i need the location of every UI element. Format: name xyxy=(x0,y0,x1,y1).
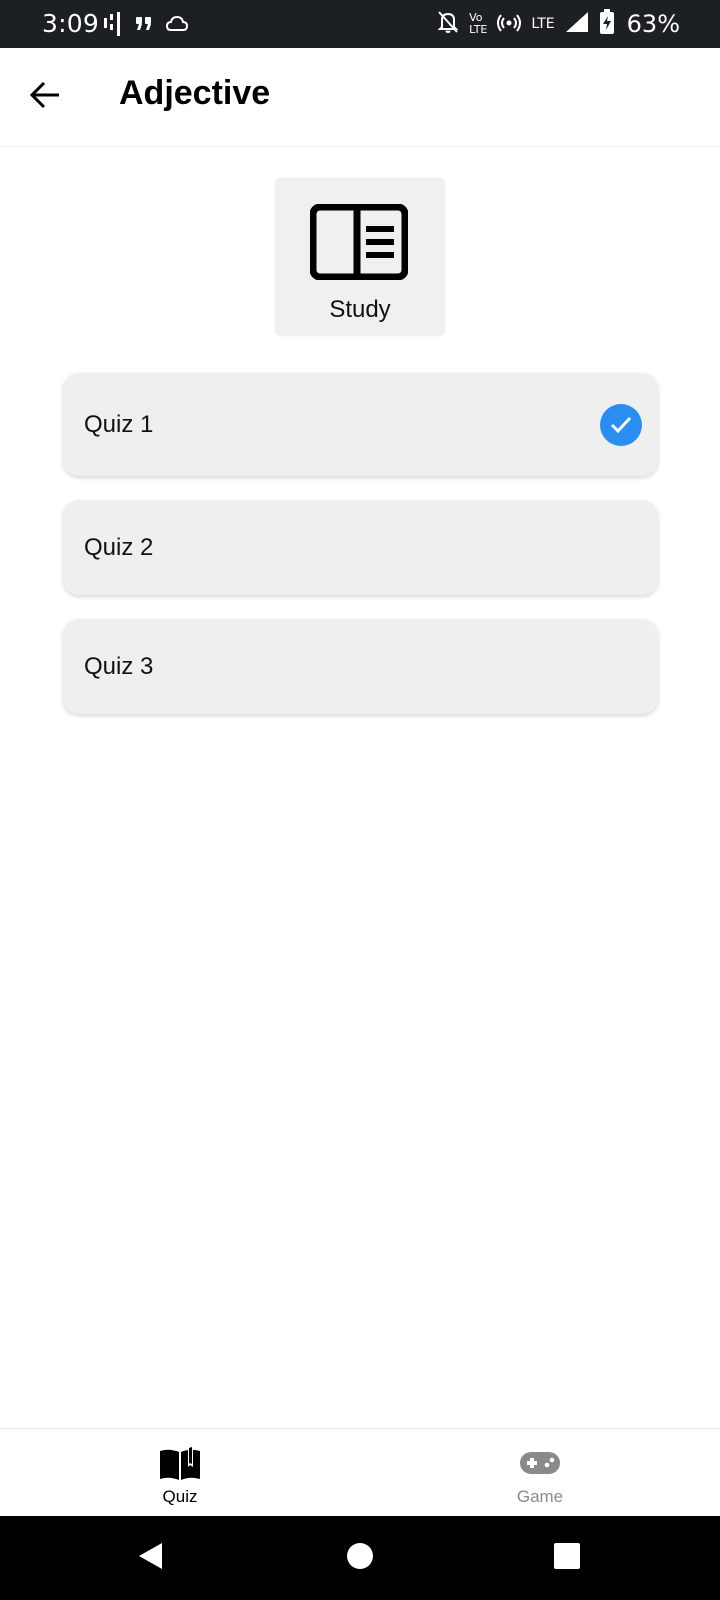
bottom-nav: Quiz Game xyxy=(0,1428,720,1517)
cloud-icon xyxy=(165,15,189,38)
back-triangle-icon xyxy=(136,1541,164,1576)
tab-quiz-label: Quiz xyxy=(162,1487,198,1506)
tab-game-label: Game xyxy=(516,1487,564,1506)
page-title: Adjective xyxy=(119,74,271,112)
status-right: Vo LTE LTE 63% xyxy=(437,0,720,48)
back-button[interactable] xyxy=(20,72,70,122)
status-left-icons xyxy=(104,12,189,41)
recents-square-icon xyxy=(553,1542,581,1575)
quiz-label: Quiz 2 xyxy=(84,533,154,561)
status-bar: 3:09 Vo LTE LTE 63% xyxy=(0,0,720,48)
system-nav-bar xyxy=(0,1516,720,1600)
gamepad-icon xyxy=(519,1451,561,1480)
book-page-icon xyxy=(309,203,409,285)
quiz-list: Quiz 1 Quiz 2 Quiz 3 xyxy=(63,373,658,738)
open-book-icon xyxy=(158,1445,202,1486)
study-button[interactable]: Study xyxy=(276,178,444,334)
quiz-label: Quiz 1 xyxy=(84,410,154,438)
volte-bottom: LTE xyxy=(469,23,488,36)
arrow-back-icon xyxy=(29,81,61,114)
battery-percent: 63% xyxy=(626,10,680,38)
check-circle-icon xyxy=(600,403,642,446)
system-home-button[interactable] xyxy=(336,1534,384,1582)
app-bar: Adjective xyxy=(0,48,720,147)
hotspot-icon xyxy=(497,10,522,39)
screen: 3:09 Vo LTE LTE 63% Adjective Study Quiz… xyxy=(0,0,720,1600)
quote-icon xyxy=(136,17,152,36)
quiz-label: Quiz 3 xyxy=(84,652,154,680)
quiz-item-3[interactable]: Quiz 3 xyxy=(63,619,658,714)
system-recents-button[interactable] xyxy=(543,1534,591,1582)
home-circle-icon xyxy=(346,1542,374,1575)
status-time: 3:09 xyxy=(42,9,99,38)
tab-quiz[interactable]: Quiz xyxy=(0,1429,360,1517)
signal-bars-icon xyxy=(104,12,122,41)
bell-off-icon xyxy=(437,10,459,39)
system-back-button[interactable] xyxy=(126,1534,174,1582)
lte-icon: LTE xyxy=(531,16,555,32)
volte-icon: Vo LTE xyxy=(469,12,487,36)
tab-game[interactable]: Game xyxy=(360,1429,720,1517)
quiz-item-1[interactable]: Quiz 1 xyxy=(63,373,658,476)
cell-signal-icon xyxy=(565,11,589,38)
quiz-item-2[interactable]: Quiz 2 xyxy=(63,500,658,595)
study-label: Study xyxy=(329,296,391,323)
battery-charging-icon xyxy=(599,8,615,40)
